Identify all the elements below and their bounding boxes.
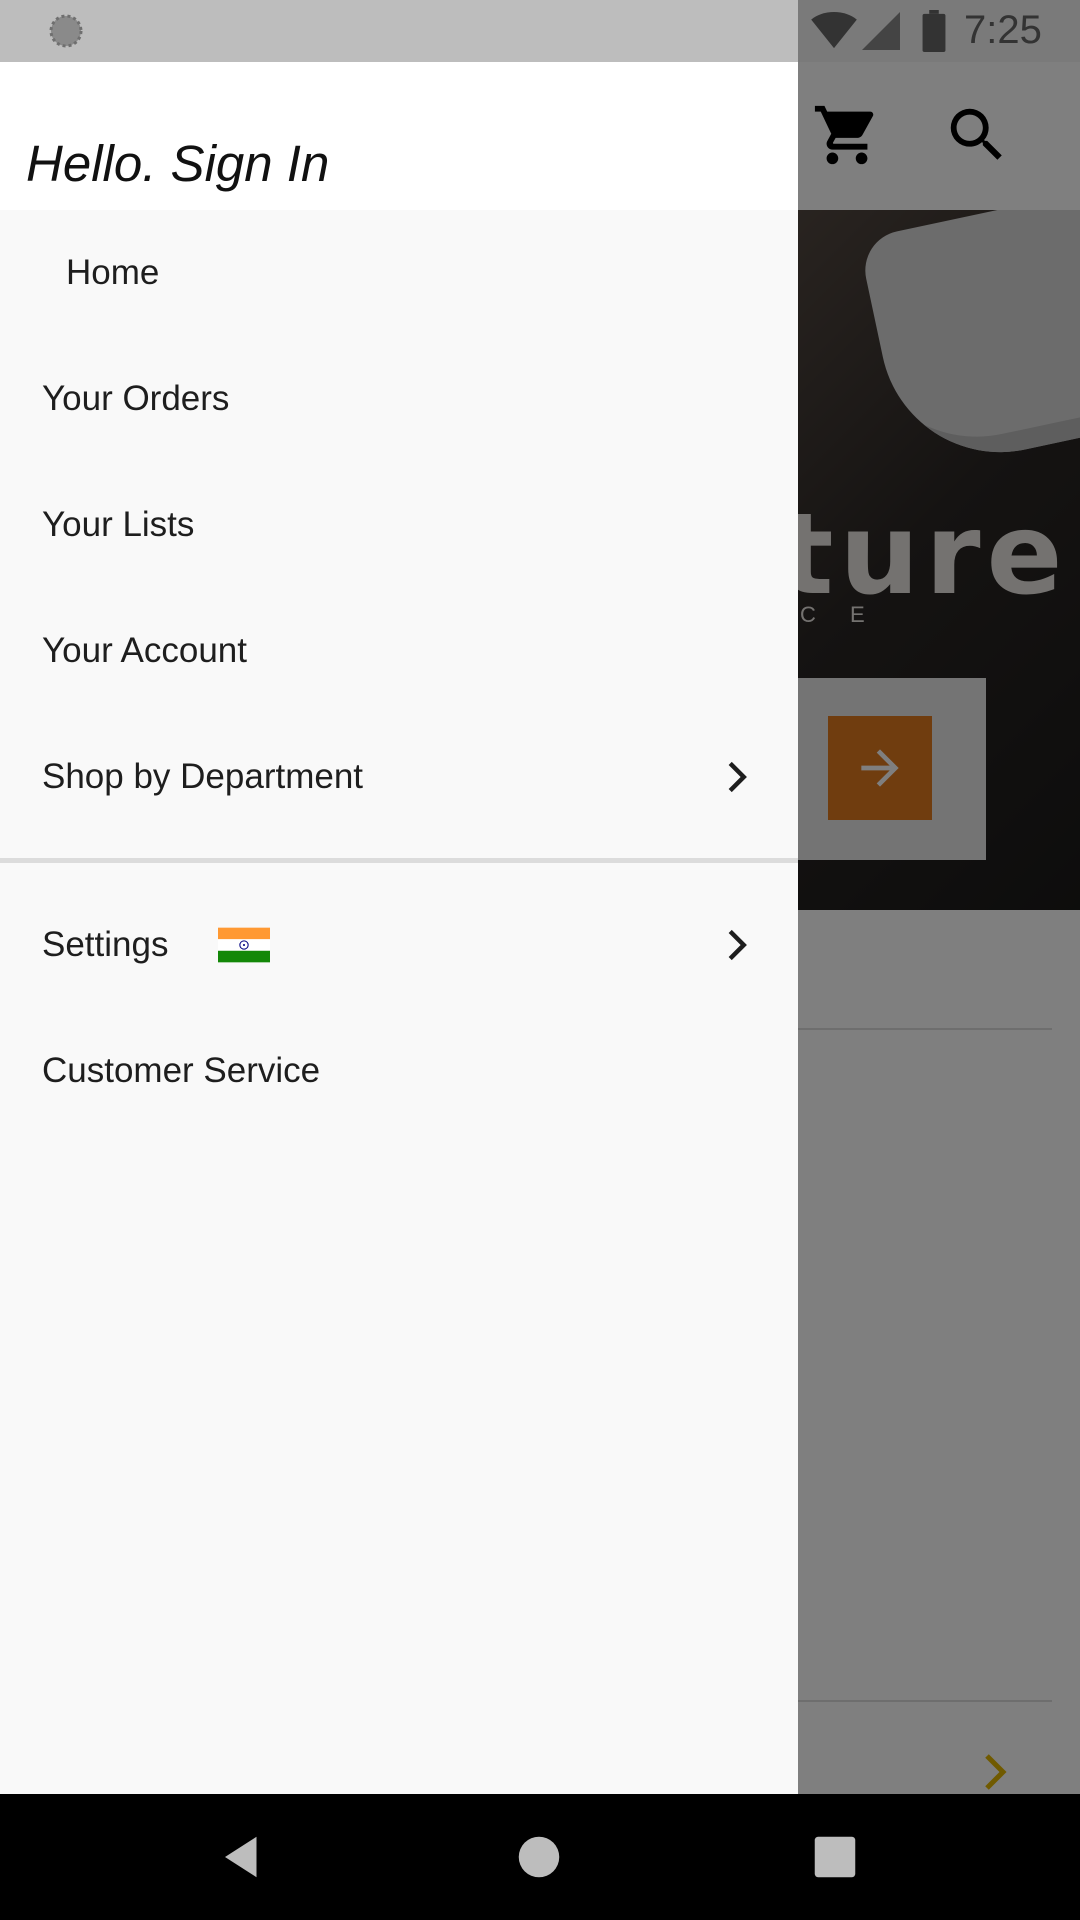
india-flag-icon	[218, 927, 270, 963]
menu-item-label: Settings	[42, 925, 169, 964]
drawer-separator	[0, 858, 798, 863]
menu-item-your-lists[interactable]: Your Lists	[0, 462, 798, 588]
menu-item-settings[interactable]: Settings	[0, 882, 798, 1008]
system-nav-bar	[0, 1794, 1080, 1920]
menu-item-label: Your Orders	[42, 379, 230, 418]
sync-icon	[49, 14, 83, 48]
menu-item-home[interactable]: Home	[0, 210, 798, 336]
back-icon[interactable]	[216, 1830, 270, 1884]
chevron-right-icon	[728, 761, 747, 793]
menu-item-label: Your Account	[42, 631, 247, 670]
menu-item-label: Shop by Department	[42, 757, 364, 796]
menu-item-label: Your Lists	[42, 505, 195, 544]
menu-item-shop-by-department[interactable]: Shop by Department	[0, 714, 798, 840]
status-bar-left	[0, 0, 798, 62]
menu-item-label: Home	[66, 253, 160, 292]
menu-item-your-account[interactable]: Your Account	[0, 588, 798, 714]
menu-item-customer-service[interactable]: Customer Service	[0, 1008, 798, 1134]
chevron-right-icon	[728, 929, 747, 961]
menu-item-your-orders[interactable]: Your Orders	[0, 336, 798, 462]
home-icon[interactable]	[512, 1830, 566, 1884]
battery-icon	[922, 10, 946, 52]
status-time: 7:25	[964, 8, 1042, 52]
wifi-icon	[811, 12, 857, 49]
drawer-header: Hello. Sign In	[0, 62, 798, 210]
signal-icon	[862, 12, 900, 50]
status-bar: 7:25	[0, 0, 1080, 62]
menu-item-label: Customer Service	[42, 1051, 321, 1090]
navigation-drawer: Hello. Sign In Home Your Orders Your Lis…	[0, 62, 798, 1794]
recents-icon[interactable]	[808, 1830, 862, 1884]
sign-in-greeting[interactable]: Hello. Sign In	[26, 134, 329, 193]
